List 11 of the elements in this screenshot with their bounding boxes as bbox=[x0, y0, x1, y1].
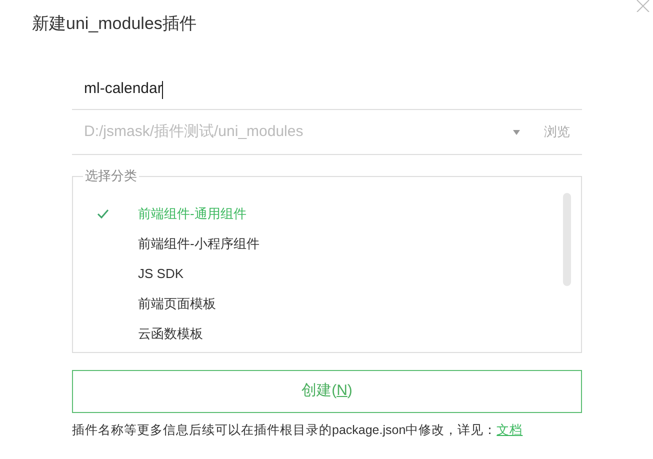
footer-note: 插件名称等更多信息后续可以在插件根目录的package.json中修改，详见：文档 bbox=[72, 422, 524, 439]
category-item[interactable]: 前端组件-小程序组件 bbox=[73, 229, 581, 259]
category-item[interactable]: 云函数模板 bbox=[73, 319, 581, 349]
dropdown-caret-icon bbox=[513, 130, 520, 134]
category-item[interactable]: JS SDK bbox=[73, 259, 581, 289]
group-legend: 选择分类 bbox=[83, 168, 139, 184]
check-icon bbox=[96, 209, 108, 219]
name-field[interactable]: ml-calendar bbox=[72, 70, 582, 110]
close-icon[interactable] bbox=[636, 0, 650, 12]
dialog-title: 新建uni_modules插件 bbox=[32, 13, 196, 35]
category-item[interactable]: 前端页面模板 bbox=[73, 289, 581, 319]
